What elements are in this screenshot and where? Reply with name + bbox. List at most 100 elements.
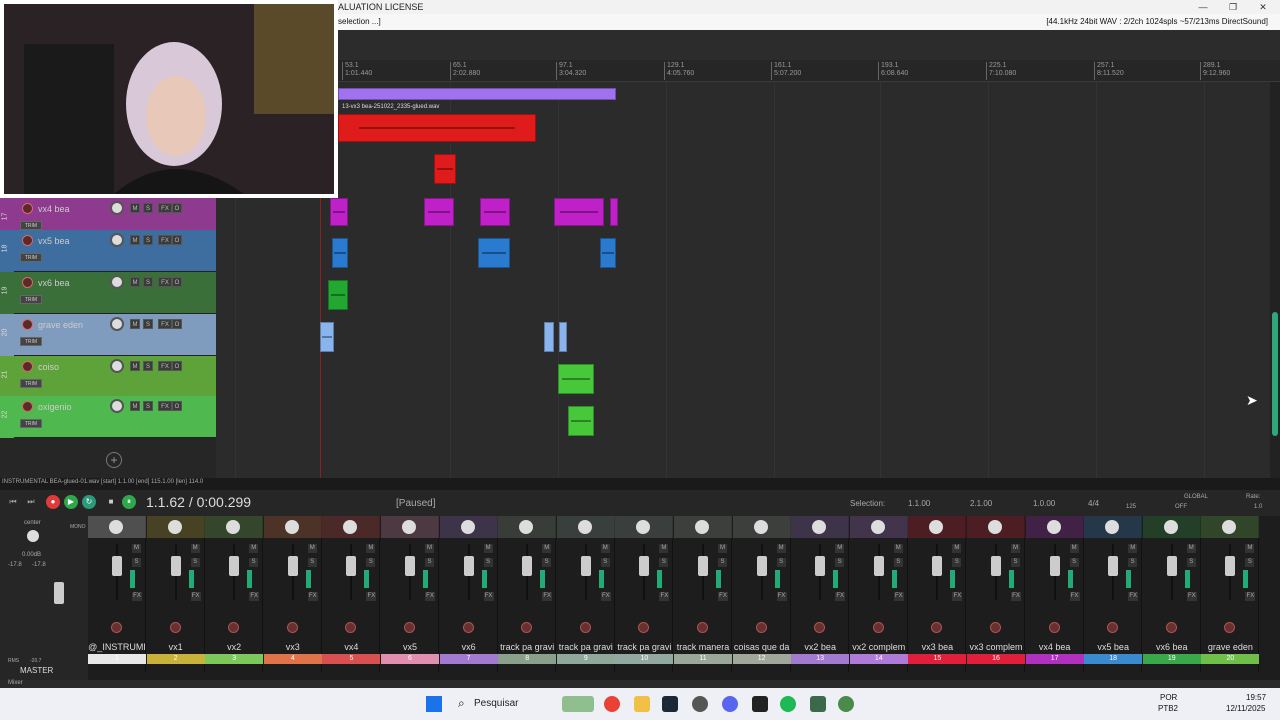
audio-clip[interactable] [332, 238, 348, 268]
mute-button[interactable]: M [130, 235, 140, 245]
solo-button[interactable]: S [1128, 558, 1138, 567]
mute-button[interactable]: M [130, 319, 140, 329]
record-arm-button[interactable] [22, 401, 33, 412]
audio-clip[interactable] [480, 198, 510, 226]
solo-button[interactable]: S [1186, 558, 1196, 567]
keyboard-layout[interactable]: PTB2 [1158, 704, 1178, 713]
trim-button[interactable]: TRIM [20, 221, 42, 230]
folder-icon[interactable] [634, 696, 650, 712]
maximize-button[interactable]: ❐ [1225, 1, 1241, 13]
pan-knob[interactable] [167, 520, 182, 534]
volume-fader[interactable] [932, 556, 943, 576]
vertical-scrollbar[interactable] [1270, 82, 1280, 478]
fx-button[interactable]: FX [600, 592, 611, 601]
mute-button[interactable]: M [249, 544, 259, 553]
volume-knob[interactable] [110, 201, 124, 215]
mute-button[interactable]: M [600, 544, 610, 553]
fx-button[interactable]: FX [158, 361, 172, 371]
strip-name[interactable]: coisas que da [733, 640, 791, 654]
global-state[interactable]: OFF [1175, 504, 1187, 510]
fx-button[interactable]: FX [952, 592, 963, 601]
track-header[interactable]: vx6 bea M S FX O TRIM [14, 272, 216, 314]
close-button[interactable]: ✕ [1255, 1, 1271, 13]
trim-button[interactable]: TRIM [20, 253, 42, 262]
solo-button[interactable]: S [190, 558, 200, 567]
mute-button[interactable]: M [190, 544, 200, 553]
mute-button[interactable]: M [1069, 544, 1079, 553]
record-arm-button[interactable] [931, 622, 943, 633]
audio-clip[interactable] [544, 322, 554, 352]
mute-button[interactable]: M [1245, 544, 1255, 553]
strip-name[interactable]: vx3 bea [908, 640, 966, 654]
strip-name[interactable]: vx2 [205, 640, 263, 654]
scrollbar-thumb[interactable] [1272, 312, 1278, 436]
fx-button[interactable]: FX [776, 592, 787, 601]
mute-button[interactable]: M [130, 203, 140, 213]
arrange-view[interactable]: 13-vx3 bea-251022_2335-glued.wav ➤ [216, 82, 1270, 478]
volume-fader[interactable] [756, 556, 767, 576]
strip-name[interactable]: track manera [674, 640, 732, 654]
track-header[interactable]: oxigenio M S FX O TRIM [14, 396, 216, 438]
audio-clip[interactable] [559, 322, 567, 352]
volume-fader[interactable] [580, 556, 591, 576]
volume-fader[interactable] [698, 556, 708, 576]
reaper-icon[interactable] [838, 696, 854, 712]
strip-name[interactable]: track pa gravi [498, 640, 556, 654]
io-button[interactable]: O [172, 203, 182, 213]
fx-button[interactable]: FX [249, 592, 260, 601]
track-header[interactable]: coiso M S FX O TRIM [14, 356, 216, 398]
mute-button[interactable]: M [718, 544, 727, 553]
input-lang[interactable]: POR [1160, 693, 1177, 702]
record-arm-button[interactable] [755, 622, 767, 633]
fx-button[interactable]: FX [307, 592, 318, 601]
search-icon[interactable]: ⌕ [458, 696, 465, 711]
volume-fader[interactable] [1225, 556, 1236, 576]
record-arm-button[interactable] [22, 361, 33, 372]
solo-button[interactable]: S [249, 558, 259, 567]
discord-icon[interactable] [722, 696, 738, 712]
fx-button[interactable]: FX [1186, 592, 1197, 601]
app-icon[interactable] [692, 696, 708, 712]
solo-button[interactable]: S [835, 558, 845, 567]
pan-knob[interactable] [109, 520, 123, 534]
solo-button[interactable]: S [425, 558, 434, 567]
strip-name[interactable]: vx5 [381, 640, 439, 654]
strip-name[interactable]: track pa gravi [615, 640, 673, 654]
pan-knob[interactable] [460, 520, 475, 534]
minimize-button[interactable]: — [1195, 1, 1211, 13]
volume-fader[interactable] [112, 556, 122, 576]
fx-button[interactable]: FX [542, 592, 553, 601]
fx-button[interactable]: FX [158, 401, 172, 411]
time-signature[interactable]: 4/4 [1088, 499, 1099, 508]
fx-button[interactable]: FX [158, 203, 172, 213]
pan-knob[interactable] [695, 520, 709, 534]
record-arm-button[interactable] [872, 622, 884, 633]
record-arm-button[interactable] [345, 622, 357, 633]
strip-name[interactable]: grave eden [1201, 640, 1259, 654]
record-arm-button[interactable] [1165, 622, 1177, 633]
record-arm-button[interactable] [462, 622, 474, 633]
record-arm-button[interactable] [579, 622, 591, 633]
record-arm-button[interactable] [814, 622, 826, 633]
record-arm-button[interactable] [404, 622, 415, 633]
spotify-icon[interactable] [780, 696, 796, 712]
volume-knob[interactable] [110, 317, 124, 331]
mute-button[interactable]: M [952, 544, 962, 553]
mute-button[interactable]: M [425, 544, 434, 553]
strip-name[interactable]: vx4 [322, 640, 380, 654]
mute-button[interactable]: M [307, 544, 317, 553]
fx-button[interactable]: FX [158, 319, 172, 329]
pan-knob[interactable] [988, 520, 1002, 534]
solo-button[interactable]: S [893, 558, 903, 567]
io-button[interactable]: O [172, 401, 182, 411]
app2-icon[interactable] [810, 696, 826, 712]
volume-fader[interactable] [1049, 556, 1060, 576]
record-arm-button[interactable] [286, 622, 298, 633]
record-arm-button[interactable] [228, 622, 240, 633]
pan-knob[interactable] [577, 520, 592, 534]
solo-button[interactable]: S [600, 558, 610, 567]
strip-name[interactable]: vx6 [440, 640, 498, 654]
fx-button[interactable]: FX [893, 592, 904, 601]
pan-knob[interactable] [1046, 520, 1061, 534]
strip-name[interactable]: vx6 bea [1143, 640, 1201, 654]
